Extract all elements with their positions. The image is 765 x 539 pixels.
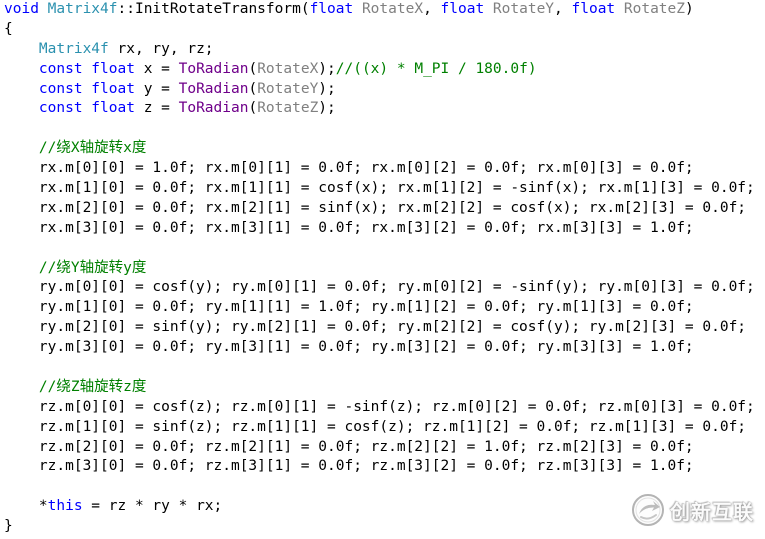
macro-token: ToRadian [178, 80, 249, 97]
keyword-token: float [309, 1, 362, 17]
code-text: { [4, 20, 13, 37]
code-text: ); [318, 80, 336, 97]
code-text: rz.m[3][0] = 0.0f; rz.m[3][1] = 0.0f; rz… [4, 458, 694, 475]
code-line: ry.m[2][0] = sinf(y); ry.m[2][1] = 0.0f;… [4, 318, 764, 338]
code-text: rx.m[1][0] = 0.0f; rx.m[1][1] = cosf(x);… [4, 180, 755, 197]
code-line: rx.m[2][0] = 0.0f; rx.m[2][1] = sinf(x);… [4, 199, 764, 219]
code-text: rx.m[0][0] = 1.0f; rx.m[0][1] = 0.0f; rx… [4, 160, 694, 177]
code-line: Matrix4f rx, ry, rz; [4, 40, 764, 60]
code-text: ( [248, 100, 258, 117]
keyword-token: const float [4, 60, 144, 77]
macro-token: ToRadian [178, 100, 249, 117]
type-name-token: Matrix4f [4, 40, 109, 57]
code-text: = rz * ry * rx; [82, 498, 223, 515]
code-line: *this = rz * ry * rx; [4, 497, 764, 517]
code-text: ry.m[1][0] = 0.0f; ry.m[1][1] = 1.0f; ry… [4, 299, 694, 316]
code-text: ::InitRotateTransform( [117, 1, 310, 17]
code-line: ry.m[1][0] = 0.0f; ry.m[1][1] = 1.0f; ry… [4, 298, 764, 318]
code-line: { [4, 20, 764, 40]
code-line: const float y = ToRadian(RotateY); [4, 80, 764, 100]
code-text: z = [143, 100, 179, 117]
code-text: rx.m[2][0] = 0.0f; rx.m[2][1] = sinf(x);… [4, 199, 747, 216]
code-text: , [423, 1, 441, 17]
macro-token: ToRadian [178, 60, 249, 77]
parameter-token: RotateX [361, 1, 424, 17]
comment-token: //绕Y轴旋转y度 [4, 259, 147, 276]
code-text: rz.m[1][0] = sinf(z); rz.m[1][1] = cosf(… [4, 418, 747, 435]
keyword-token: const float [4, 80, 144, 97]
code-text: ( [248, 60, 258, 77]
code-text: ry.m[0][0] = cosf(y); ry.m[0][1] = 0.0f;… [4, 279, 755, 296]
code-line: const float z = ToRadian(RotateZ); [4, 99, 764, 119]
code-line: rx.m[0][0] = 1.0f; rx.m[0][1] = 0.0f; rx… [4, 159, 764, 179]
keyword-token: float [571, 1, 624, 17]
code-text: y = [143, 80, 179, 97]
code-text: * [4, 498, 48, 515]
parameter-token: RotateZ [623, 1, 685, 17]
code-line: //绕Y轴旋转y度 [4, 259, 764, 279]
code-line: //绕X轴旋转x度 [4, 139, 764, 159]
code-line: rz.m[1][0] = sinf(z); rz.m[1][1] = cosf(… [4, 418, 764, 438]
code-text: ); [318, 100, 336, 117]
code-line: rz.m[3][0] = 0.0f; rz.m[3][1] = 0.0f; rz… [4, 457, 764, 477]
code-text: rz.m[2][0] = 0.0f; rz.m[2][1] = 0.0f; rz… [4, 438, 694, 455]
keyword-token: void [4, 1, 48, 17]
comment-token: //绕Z轴旋转z度 [4, 378, 147, 395]
code-line: const float x = ToRadian(RotateX);//((x)… [4, 60, 764, 80]
code-text: ry.m[3][0] = 0.0f; ry.m[3][1] = 0.0f; ry… [4, 339, 694, 356]
keyword-token: const float [4, 100, 144, 117]
parameter-token: RotateZ [257, 100, 319, 117]
code-line: ry.m[3][0] = 0.0f; ry.m[3][1] = 0.0f; ry… [4, 338, 764, 358]
parameter-token: RotateY [492, 1, 555, 17]
code-text: ( [248, 80, 258, 97]
code-editor[interactable]: void Matrix4f::InitRotateTransform(float… [4, 0, 764, 538]
keyword-token: float [440, 1, 493, 17]
code-text: } [4, 518, 13, 535]
code-line: rz.m[0][0] = cosf(z); rz.m[0][1] = -sinf… [4, 398, 764, 418]
code-text: x = [143, 60, 179, 77]
parameter-token: RotateY [257, 80, 319, 97]
comment-token: //绕X轴旋转x度 [4, 140, 147, 157]
code-line: rx.m[1][0] = 0.0f; rx.m[1][1] = cosf(x);… [4, 179, 764, 199]
code-text: , [554, 1, 572, 17]
code-text: rx.m[3][0] = 0.0f; rx.m[3][1] = 0.0f; rx… [4, 219, 694, 236]
code-line: ry.m[0][0] = cosf(y); ry.m[0][1] = 0.0f;… [4, 278, 764, 298]
code-line: rz.m[2][0] = 0.0f; rz.m[2][1] = 0.0f; rz… [4, 438, 764, 458]
type-name-token: Matrix4f [47, 1, 118, 17]
code-line: void Matrix4f::InitRotateTransform(float… [4, 0, 764, 20]
code-line: //绕Z轴旋转z度 [4, 378, 764, 398]
parameter-token: RotateX [257, 60, 319, 77]
code-line: } [4, 517, 764, 537]
code-text: ) [685, 1, 694, 17]
code-text: rx, ry, rz; [108, 40, 214, 57]
comment-token: //((x) * M_PI / 180.0f) [335, 60, 537, 77]
code-text: rz.m[0][0] = cosf(z); rz.m[0][1] = -sinf… [4, 398, 755, 415]
code-line: rx.m[3][0] = 0.0f; rx.m[3][1] = 0.0f; rx… [4, 219, 764, 239]
code-text: ); [318, 60, 336, 77]
keyword-token: this [47, 498, 83, 515]
code-text: ry.m[2][0] = sinf(y); ry.m[2][1] = 0.0f;… [4, 319, 747, 336]
